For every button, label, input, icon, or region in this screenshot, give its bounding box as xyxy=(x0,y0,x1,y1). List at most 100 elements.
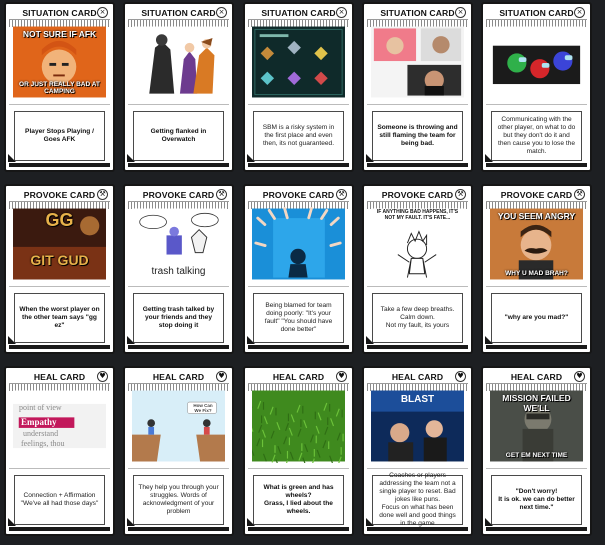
card-divider xyxy=(367,286,468,287)
close-icon: × xyxy=(336,7,347,18)
crossed-hammers-icon: ⚒ xyxy=(97,189,108,200)
mission-failed-meme: MISSION FAILED WE'LL GET EM NEXT TIME xyxy=(490,389,583,463)
crossed-hammers-icon: ⚒ xyxy=(216,189,227,200)
meme-bottom-text: GIT GUD xyxy=(30,252,89,268)
situation-card[interactable]: SITUATION CARD × Communicating with the ot… xyxy=(481,2,592,172)
card-header: SITUATION CARD × xyxy=(486,6,587,20)
card-divider xyxy=(9,286,110,287)
card-caption: SBM is a risky system in the first place… xyxy=(253,111,344,161)
art-label: trash talking xyxy=(151,266,206,277)
crossed-hammers-icon: ⚒ xyxy=(574,189,585,200)
card-corner-decoration xyxy=(247,518,255,526)
provoke-card[interactable]: PROVOKE CARD ⚒ YOU SEEM ANGRY WHY U MAD BRA… xyxy=(481,184,592,354)
situation-card[interactable]: SITUATION CARD × NOT SURE IF AFK OR JUST RE… xyxy=(4,2,115,172)
card-footer-strip xyxy=(486,527,587,531)
situation-card[interactable]: SITUATION CARD × SBM is a risky system in … xyxy=(243,2,354,172)
heal-card[interactable]: HEAL CARD ♥ What is green and has wheels? … xyxy=(243,366,354,536)
card-caption: Getting trash talked by your friends and… xyxy=(133,293,224,343)
trash-talking-comic: trash talking xyxy=(132,207,225,281)
meme-top-text: GG xyxy=(45,210,74,230)
card-header: HEAL CARD ♥ xyxy=(486,370,587,384)
pointing-fingers xyxy=(252,207,345,281)
card-caption: When the worst player on the other team … xyxy=(14,293,105,343)
card-divider xyxy=(9,104,110,105)
card-caption: Connection + Affirmation "We've all had … xyxy=(14,475,105,525)
card-corner-decoration xyxy=(366,518,374,526)
provoke-card[interactable]: PROVOKE CARD ⚒ IF ANYTHING BAD HAPPENS, IT… xyxy=(362,184,473,354)
card-header: SITUATION CARD × xyxy=(9,6,110,20)
situation-card[interactable]: SITUATION CARD × Getting flanked in Overwa… xyxy=(123,2,234,172)
provoke-card[interactable]: PROVOKE CARD ⚒ GG GIT GUD When the worst pla… xyxy=(4,184,115,354)
card-footer-strip xyxy=(128,345,229,349)
meme-top-text: YOU SEEM ANGRY xyxy=(497,211,576,221)
card-divider xyxy=(248,468,349,469)
card-footer-strip xyxy=(128,527,229,531)
card-divider xyxy=(128,286,229,287)
card-divider xyxy=(367,104,468,105)
card-type-label: PROVOKE CARD xyxy=(23,189,96,200)
streamer-reaction xyxy=(371,25,464,99)
heal-card[interactable]: HEAL CARD ♥ MISSION FAILED WE'LL GET EM NEX… xyxy=(481,366,592,536)
art-word: Empathy xyxy=(21,417,57,427)
card-corner-decoration xyxy=(366,336,374,344)
card-corner-decoration xyxy=(8,336,16,344)
card-corner-decoration xyxy=(247,154,255,162)
card-header: PROVOKE CARD ⚒ xyxy=(128,188,229,202)
card-caption: Communicating with the other player, on … xyxy=(491,111,582,161)
card-type-label: HEAL CARD xyxy=(272,371,325,382)
meme-bottom-text: WHY U MAD BRAH? xyxy=(505,270,568,277)
card-header: HEAL CARD ♥ xyxy=(9,370,110,384)
overwatch-heroes xyxy=(132,25,225,99)
empathy-words: point of view Empathy understand feelings, … xyxy=(13,389,106,463)
card-type-label: PROVOKE CARD xyxy=(500,189,573,200)
card-footer-strip xyxy=(9,163,110,167)
card-corner-decoration xyxy=(8,154,16,162)
card-type-label: HEAL CARD xyxy=(33,371,86,382)
card-corner-decoration xyxy=(127,336,135,344)
card-corner-decoration xyxy=(247,336,255,344)
card-type-label: SITUATION CARD xyxy=(499,7,574,18)
card-footer-strip xyxy=(248,345,349,349)
calvin-comic: IF ANYTHING BAD HAPPENS, IT'S NOT MY FAU… xyxy=(371,207,464,281)
card-type-label: PROVOKE CARD xyxy=(262,189,335,200)
card-caption: Player Stops Playing / Goes AFK xyxy=(14,111,105,161)
provoke-card[interactable]: PROVOKE CARD ⚒ Being blamed for team doing… xyxy=(243,184,354,354)
card-type-label: PROVOKE CARD xyxy=(381,189,454,200)
close-icon: × xyxy=(216,7,227,18)
card-caption: Getting flanked in Overwatch xyxy=(133,111,224,161)
card-divider xyxy=(128,104,229,105)
art-word: feelings, thou xyxy=(21,439,65,448)
card-footer-strip xyxy=(367,527,468,531)
card-footer-strip xyxy=(486,345,587,349)
gg-git-gud-logo: GG GIT GUD xyxy=(13,207,106,281)
art-label: BLAST xyxy=(400,394,435,405)
card-divider xyxy=(486,104,587,105)
why-u-mad-bro-meme: YOU SEEM ANGRY WHY U MAD BRAH? xyxy=(490,207,583,281)
meme-top-text: MISSION FAILED WE'LL xyxy=(502,393,571,413)
card-footer-strip xyxy=(367,345,468,349)
card-corner-decoration xyxy=(127,154,135,162)
provoke-card[interactable]: PROVOKE CARD ⚒ trash talking Getting trash … xyxy=(123,184,234,354)
card-type-label: SITUATION CARD xyxy=(22,7,97,18)
card-corner-decoration xyxy=(485,154,493,162)
card-caption: What is green and has wheels? Grass, I l… xyxy=(253,475,344,525)
card-divider xyxy=(9,468,110,469)
card-type-label: SITUATION CARD xyxy=(141,7,216,18)
heart-icon: ♥ xyxy=(216,371,227,382)
heal-card[interactable]: HEAL CARD ♥ point of view Empathy understand… xyxy=(4,366,115,536)
card-header: HEAL CARD ♥ xyxy=(248,370,349,384)
card-header: SITUATION CARD × xyxy=(248,6,349,20)
card-header: PROVOKE CARD ⚒ xyxy=(486,188,587,202)
card-footer-strip xyxy=(128,163,229,167)
heal-card[interactable]: HEAL CARD ♥ BLAST Coaches or players addres… xyxy=(362,366,473,536)
art-word: point of view xyxy=(19,403,62,412)
situation-card[interactable]: SITUATION CARD × Someone is throwing and s… xyxy=(362,2,473,172)
heal-card[interactable]: HEAL CARD ♥ How Can We Fix? They help you t… xyxy=(123,366,234,536)
card-footer-strip xyxy=(486,163,587,167)
card-divider xyxy=(248,286,349,287)
grass-photo xyxy=(252,389,345,463)
card-type-label: PROVOKE CARD xyxy=(142,189,215,200)
card-caption: Coaches or players addressing the team n… xyxy=(372,472,463,527)
card-header: SITUATION CARD × xyxy=(128,6,229,20)
card-type-label: SITUATION CARD xyxy=(380,7,455,18)
